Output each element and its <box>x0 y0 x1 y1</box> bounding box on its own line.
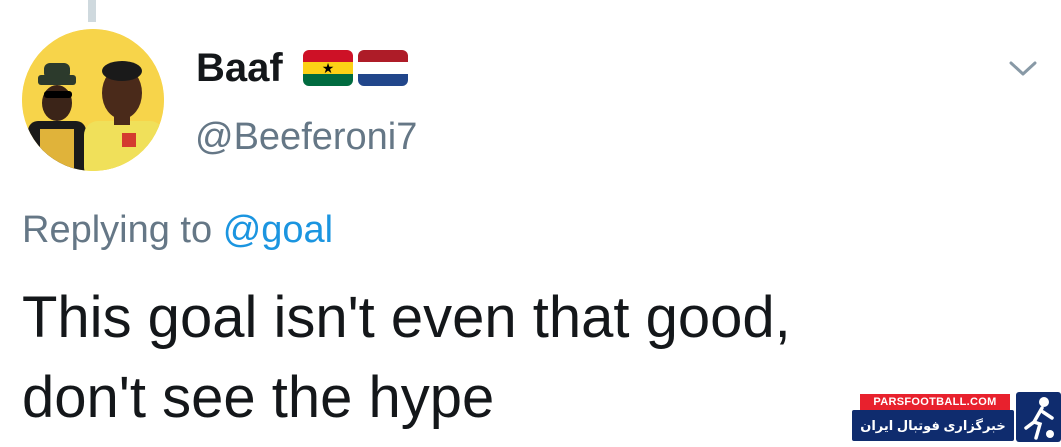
netherlands-flag-icon <box>358 50 408 86</box>
watermark-url: PARSFOOTBALL.COM <box>860 394 1010 410</box>
chevron-down-icon[interactable] <box>1006 56 1040 80</box>
reply-mention-link[interactable]: @goal <box>223 209 333 251</box>
avatar[interactable] <box>22 29 164 171</box>
football-player-icon <box>1016 392 1061 442</box>
ghana-flag-icon: ★ <box>303 50 353 86</box>
tweet-text: This goal isn't even that good, don't se… <box>22 285 791 430</box>
author-display-name[interactable]: Baaf <box>196 44 283 92</box>
replying-to-label: Replying to <box>22 209 213 251</box>
author-flags: ★ <box>303 50 408 86</box>
parsfootball-watermark: PARSFOOTBALL.COM خبرگزاری فوتبال ایران <box>852 390 1061 445</box>
author-handle[interactable]: @Beeferoni7 <box>195 114 417 160</box>
thread-connector-line <box>88 0 96 22</box>
replying-to: Replying to @goal <box>22 206 333 254</box>
watermark-tagline: خبرگزاری فوتبال ایران <box>852 410 1014 441</box>
avatar-illustration <box>22 29 164 171</box>
